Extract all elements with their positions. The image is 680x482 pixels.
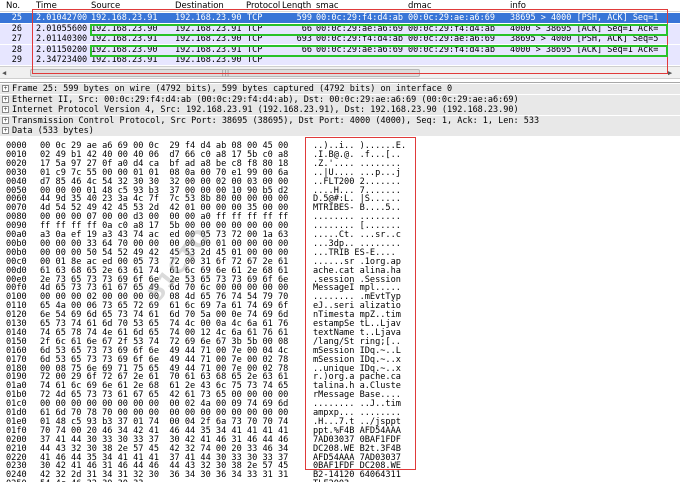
detail-tree-item[interactable]: + Data (533 bytes): [0, 126, 680, 137]
packet-cell-no: 28: [11, 44, 22, 55]
expand-icon[interactable]: +: [2, 116, 9, 124]
detail-item-label: Internet Protocol Version 4, Src: 192.16…: [12, 105, 519, 116]
detail-tree-item[interactable]: + Frame 25: 599 bytes on wire (4792 bits)…: [0, 84, 680, 94]
packet-rows-highlight: [32, 9, 668, 74]
expand-icon[interactable]: +: [2, 106, 9, 114]
packet-cell-no: 29: [11, 55, 22, 65]
expand-icon[interactable]: +: [2, 85, 9, 92]
detail-item-label: Data (533 bytes): [12, 126, 94, 137]
column-no[interactable]: No.: [6, 1, 20, 11]
detail-item-label: Ethernet II, Src: 00:0c:29:f4:d4:ab (00:…: [12, 94, 519, 105]
packet-cell-no: 27: [11, 34, 22, 44]
detail-tree-item[interactable]: + Internet Protocol Version 4, Src: 192.1…: [0, 105, 680, 116]
row-26-highlight: [90, 24, 668, 36]
ascii-column-highlight: [305, 137, 416, 470]
row-28-highlight: [90, 45, 668, 57]
expand-icon[interactable]: +: [2, 95, 9, 103]
detail-tree-item[interactable]: + Transmission Control Protocol, Src Port…: [0, 115, 680, 126]
detail-tree-item[interactable]: + Ethernet II, Src: 00:0c:29:f4:d4:ab (00…: [0, 94, 680, 105]
packet-cell-no: 26: [11, 23, 22, 34]
detail-item-label: Frame 25: 599 bytes on wire (4792 bits),…: [12, 84, 453, 94]
detail-item-label: Transmission Control Protocol, Src Port:…: [12, 115, 540, 126]
packet-cell-no: 25: [11, 13, 22, 23]
scroll-left-icon[interactable]: ◀: [2, 69, 10, 77]
packet-details-pane: + Frame 25: 599 bytes on wire (4792 bits)…: [0, 82, 680, 137]
expand-icon[interactable]: +: [2, 127, 9, 135]
scroll-right-icon[interactable]: ▶: [668, 69, 676, 77]
